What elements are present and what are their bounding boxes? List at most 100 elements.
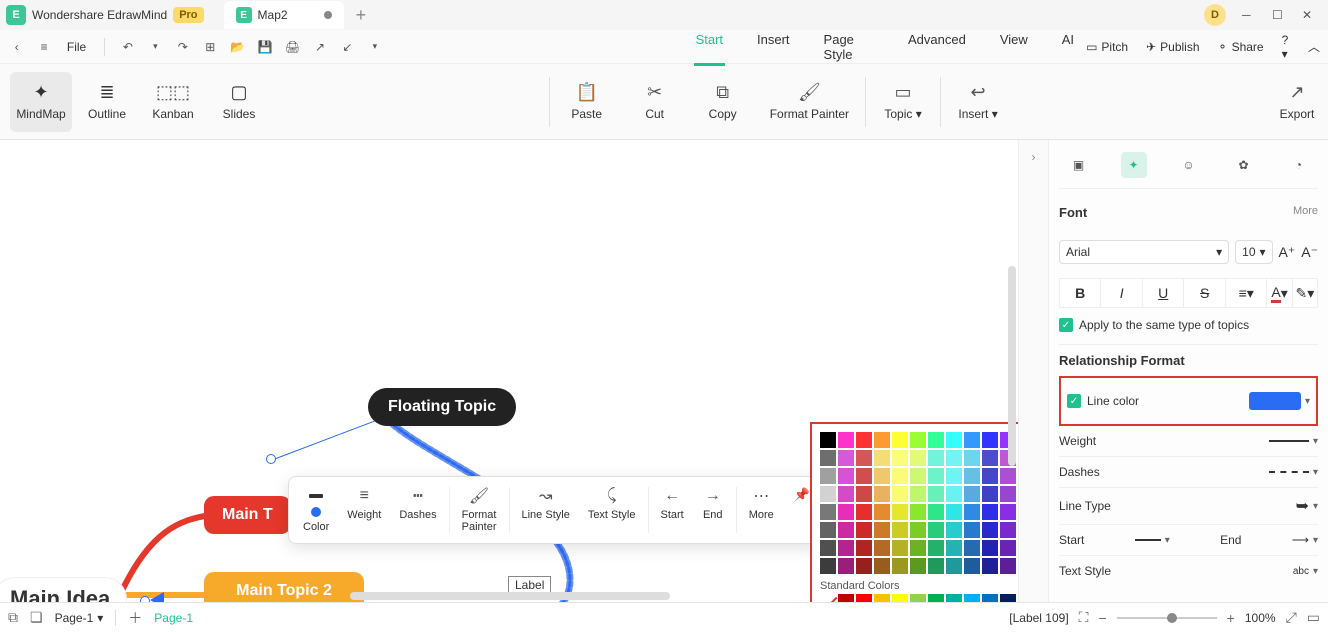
color-swatch[interactable] bbox=[928, 450, 944, 466]
highlight-button[interactable]: ✎▾ bbox=[1293, 278, 1318, 308]
color-swatch[interactable] bbox=[964, 450, 980, 466]
color-swatch[interactable] bbox=[856, 450, 872, 466]
rp-tab-icon[interactable]: ☺ bbox=[1176, 152, 1202, 178]
ft-weight[interactable]: ≡Weight bbox=[339, 483, 389, 525]
color-swatch[interactable] bbox=[892, 486, 908, 502]
color-swatch[interactable] bbox=[892, 540, 908, 556]
format-painter-button[interactable]: 🖌Format Painter bbox=[770, 82, 849, 121]
color-swatch[interactable] bbox=[964, 504, 980, 520]
open-icon[interactable]: 📂 bbox=[229, 38, 246, 56]
color-swatch[interactable] bbox=[910, 450, 926, 466]
fit-icon[interactable]: ⛶ bbox=[1079, 609, 1089, 626]
line-color-select[interactable]: ▾ bbox=[1249, 392, 1310, 410]
publish-button[interactable]: ✈ Publish bbox=[1146, 40, 1199, 54]
avatar[interactable]: D bbox=[1204, 4, 1226, 26]
list-icon[interactable]: ≡ bbox=[35, 38, 52, 56]
color-swatch[interactable] bbox=[928, 540, 944, 556]
maximize-button[interactable]: ☐ bbox=[1272, 8, 1286, 22]
file-menu[interactable]: File bbox=[63, 38, 90, 56]
line-color-checkbox[interactable]: ✓ bbox=[1067, 394, 1081, 408]
ft-color[interactable]: Color bbox=[295, 483, 337, 537]
text-style-select[interactable]: abc▾ bbox=[1293, 566, 1318, 577]
main-idea-topic[interactable]: Main Idea bbox=[0, 578, 126, 602]
color-swatch[interactable] bbox=[874, 540, 890, 556]
paste-button[interactable]: 📋Paste bbox=[566, 82, 608, 121]
main-topic-2[interactable]: Main Topic 2 bbox=[204, 572, 364, 602]
minimize-button[interactable]: ─ bbox=[1242, 8, 1256, 22]
tab-page-style[interactable]: Page Style bbox=[822, 28, 876, 66]
color-swatch[interactable] bbox=[982, 468, 998, 484]
main-topic-1[interactable]: Main T bbox=[204, 496, 291, 534]
color-swatch[interactable] bbox=[820, 540, 836, 556]
pitch-button[interactable]: ▭ Pitch bbox=[1086, 40, 1128, 54]
color-swatch[interactable] bbox=[946, 468, 962, 484]
rp-tab-clipart[interactable]: ✿ bbox=[1231, 152, 1257, 178]
fullscreen-icon[interactable]: ⤢ bbox=[1286, 609, 1297, 626]
color-swatch[interactable] bbox=[928, 432, 944, 448]
color-swatch[interactable] bbox=[910, 432, 926, 448]
pages-icon[interactable]: ❏ bbox=[30, 609, 43, 626]
color-swatch[interactable] bbox=[892, 468, 908, 484]
color-swatch[interactable] bbox=[1000, 504, 1016, 520]
view-kanban[interactable]: ⬚⬚Kanban bbox=[142, 72, 204, 132]
rp-tab-history[interactable]: ◔ bbox=[1286, 152, 1312, 178]
presentation-icon[interactable]: ▭ bbox=[1307, 609, 1320, 626]
color-swatch[interactable] bbox=[1000, 540, 1016, 556]
color-swatch[interactable] bbox=[982, 432, 998, 448]
tab-advanced[interactable]: Advanced bbox=[906, 28, 968, 66]
color-swatch[interactable] bbox=[910, 504, 926, 520]
color-swatch[interactable] bbox=[820, 468, 836, 484]
color-swatch[interactable] bbox=[856, 558, 872, 574]
apply-same-checkbox[interactable]: ✓ bbox=[1059, 318, 1073, 332]
color-swatch[interactable] bbox=[874, 432, 890, 448]
document-tab[interactable]: E Map2 bbox=[224, 1, 344, 29]
relationship-arrow-handle[interactable] bbox=[140, 596, 150, 602]
color-swatch[interactable] bbox=[910, 594, 926, 602]
color-swatch[interactable] bbox=[874, 594, 890, 602]
topic-button[interactable]: ▭Topic ▾ bbox=[882, 82, 924, 121]
rp-tab-topic[interactable]: ▣ bbox=[1066, 152, 1092, 178]
import-icon[interactable]: ↙ bbox=[339, 38, 356, 56]
font-increase-icon[interactable]: A⁺ bbox=[1279, 244, 1296, 261]
color-swatch[interactable] bbox=[892, 504, 908, 520]
color-swatch[interactable] bbox=[820, 450, 836, 466]
back-icon[interactable]: ‹ bbox=[8, 38, 25, 56]
zoom-slider[interactable] bbox=[1117, 617, 1217, 619]
color-swatch[interactable] bbox=[946, 432, 962, 448]
color-swatch[interactable] bbox=[928, 468, 944, 484]
ft-line-style[interactable]: ↝Line Style bbox=[514, 483, 578, 525]
canvas[interactable]: Main Idea Main T Main Topic 2 Main Topic… bbox=[0, 140, 1018, 602]
copy-button[interactable]: ⧉Copy bbox=[702, 82, 744, 121]
share-button[interactable]: ⚬ Share bbox=[1218, 40, 1264, 54]
color-swatch[interactable] bbox=[946, 540, 962, 556]
color-swatch[interactable] bbox=[946, 558, 962, 574]
save-icon[interactable]: 💾 bbox=[256, 38, 273, 56]
color-swatch[interactable] bbox=[874, 468, 890, 484]
view-slides[interactable]: ▢Slides bbox=[208, 72, 270, 132]
tab-ai[interactable]: AI bbox=[1060, 28, 1076, 66]
dashes-select[interactable]: ▾ bbox=[1269, 467, 1318, 478]
color-swatch[interactable] bbox=[892, 450, 908, 466]
color-swatch[interactable] bbox=[964, 468, 980, 484]
line-type-select[interactable]: ➥▾ bbox=[1296, 496, 1318, 516]
strike-button[interactable]: S bbox=[1184, 278, 1225, 308]
font-size-select[interactable]: 10▾ bbox=[1235, 240, 1272, 264]
rp-tab-style[interactable]: ✦ bbox=[1121, 152, 1147, 178]
export-button[interactable]: ↗Export bbox=[1276, 82, 1318, 121]
color-swatch[interactable] bbox=[1000, 486, 1016, 502]
color-swatch[interactable] bbox=[964, 540, 980, 556]
outline-toggle-icon[interactable]: ⧉ bbox=[8, 609, 18, 626]
vertical-scrollbar[interactable] bbox=[1008, 266, 1016, 466]
right-panel-collapse[interactable]: › bbox=[1018, 140, 1048, 602]
color-swatch[interactable] bbox=[838, 432, 854, 448]
color-swatch[interactable] bbox=[910, 522, 926, 538]
color-swatch[interactable] bbox=[982, 486, 998, 502]
color-swatch[interactable] bbox=[928, 504, 944, 520]
color-swatch[interactable] bbox=[928, 486, 944, 502]
undo-icon[interactable]: ↶ bbox=[119, 38, 136, 56]
color-swatch[interactable] bbox=[856, 468, 872, 484]
weight-select[interactable]: ▾ bbox=[1269, 436, 1318, 447]
color-swatch[interactable] bbox=[982, 540, 998, 556]
color-swatch[interactable] bbox=[856, 432, 872, 448]
active-page-tab[interactable]: Page-1 bbox=[154, 611, 193, 625]
